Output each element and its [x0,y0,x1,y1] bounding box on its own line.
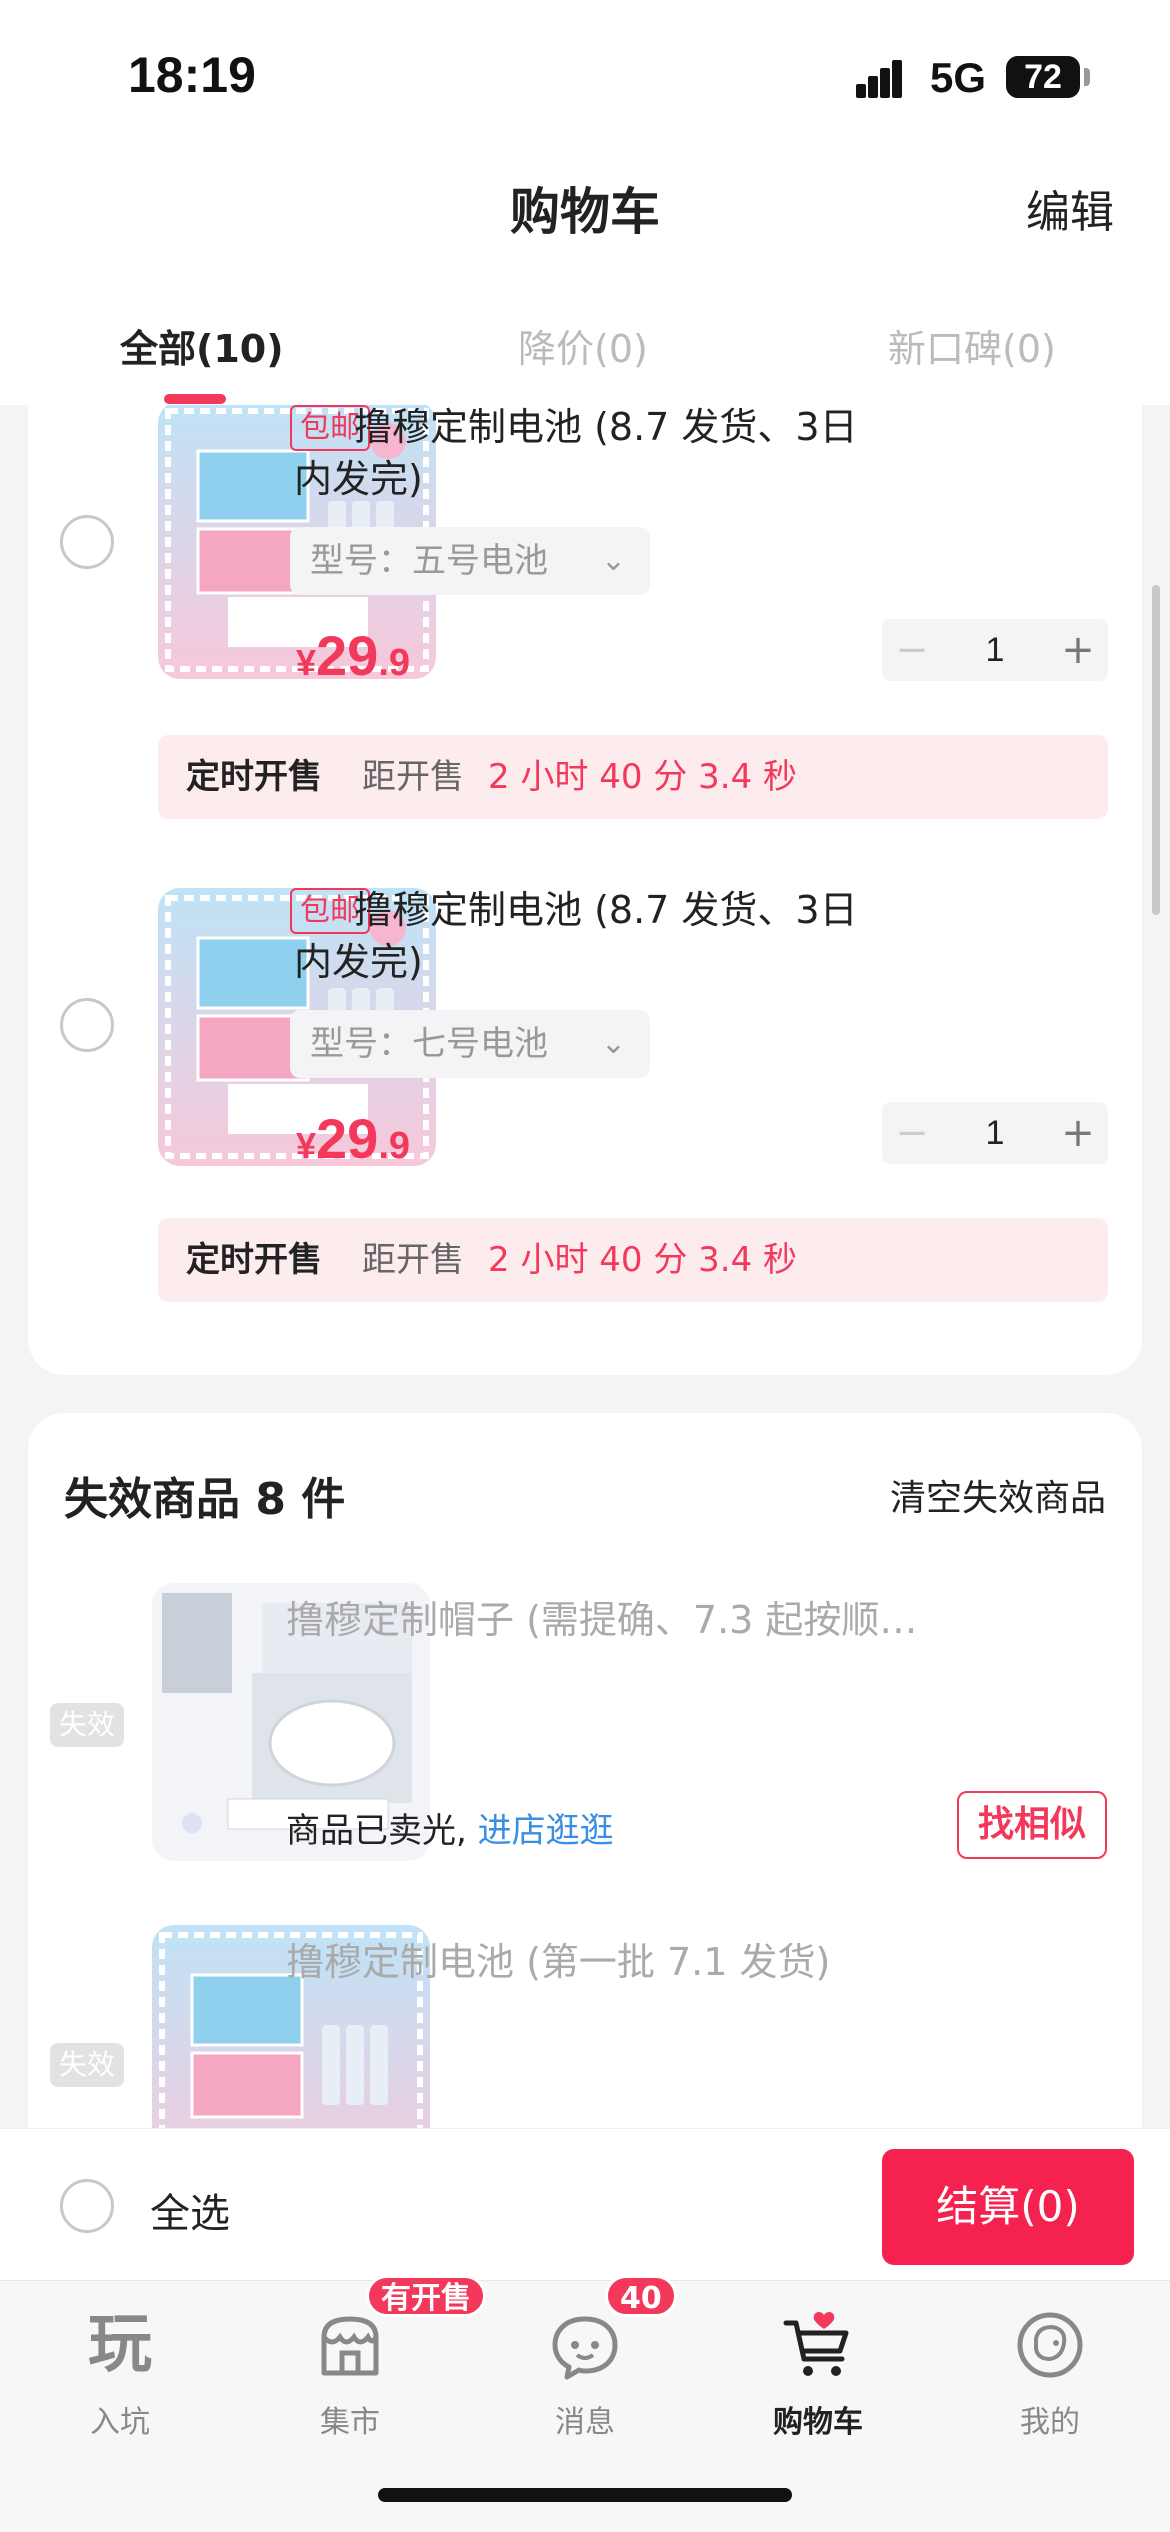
network-type: 5G [930,54,987,101]
price-decimal: .9 [378,642,411,684]
battery-icon: 72 [1006,56,1080,98]
play-char-icon: 玩 [88,2308,152,2382]
item-select-radio[interactable] [60,998,114,1052]
quantity-stepper: − 1 + [882,1102,1108,1164]
page-header: 购物车 编辑 [0,150,1170,260]
chevron-down-icon: ⌄ [600,543,626,578]
nav-label: 购物车 [773,2405,863,2440]
invalid-badge: 失效 [50,2043,124,2087]
timer-label: 定时开售 [186,1240,322,1280]
edit-button[interactable]: 编辑 [1026,176,1114,240]
cart-heart-icon [783,2312,849,2376]
variant-label: 型号：七号电池 [310,1024,548,1064]
item-price: ¥29.9 [296,623,410,688]
price-integer: 29 [316,1107,379,1170]
nav-item-market[interactable]: 集市 有开售 [270,2275,486,2441]
sold-out-text: 商品已卖光, 进店逛逛 [286,1803,614,1852]
increase-button[interactable]: + [1048,1102,1108,1164]
tab-price-drop[interactable]: 降价(0) [518,318,648,373]
invalid-badge: 失效 [50,1703,124,1747]
quantity-stepper: − 1 + [882,619,1108,681]
cart-item: 包邮 撸穆定制电池 (8.7 发货、3日 内发完) 型号：五号电池 ⌄ ¥29.… [28,405,1142,885]
variant-selector[interactable]: 型号：五号电池 ⌄ [290,527,650,595]
sale-timer: 定时开售 距开售 2 小时 40 分 3.4 秒 [158,1218,1108,1302]
page-title: 购物车 [510,183,660,241]
variant-label: 型号：五号电池 [310,541,548,581]
nav-label: 我的 [1020,2405,1080,2440]
item-title[interactable]: 撸穆定制电池 (8.7 发货、3日 [354,884,858,936]
timer-label: 定时开售 [186,757,322,797]
select-all-radio[interactable] [60,2179,114,2233]
price-currency: ¥ [296,1125,317,1166]
sale-timer: 定时开售 距开售 2 小时 40 分 3.4 秒 [158,735,1108,819]
decrease-button[interactable]: − [882,619,942,681]
timer-countdown: 2 小时 40 分 3.4 秒 [488,1240,798,1280]
invalid-item-title[interactable]: 撸穆定制电池 (第一批 7.1 发货) [286,1931,830,1986]
decrease-button[interactable]: − [882,1102,942,1164]
timer-countdown: 2 小时 40 分 3.4 秒 [488,757,798,797]
status-bar: 18:19 5G 72 [0,0,1170,150]
nav-item-messages[interactable]: 消息 40 [505,2275,677,2441]
timer-prefix: 距开售 [362,757,464,797]
visit-store-link[interactable]: 进店逛逛 [478,1811,614,1851]
sold-out-status: 商品已卖光, [286,1811,467,1851]
price-currency: ¥ [296,642,317,683]
quantity-value[interactable]: 1 [942,619,1048,681]
item-title[interactable]: 撸穆定制电池 (8.7 发货、3日 [354,405,858,453]
invalid-section-title: 失效商品 8 件 [64,1474,346,1525]
chat-bubble-icon [552,2316,618,2380]
tab-all[interactable]: 全部(10) [120,318,284,373]
item-select-radio[interactable] [60,515,114,569]
checkout-button[interactable]: 结算(0) [882,2149,1134,2265]
chevron-down-icon: ⌄ [600,1026,626,1061]
checkout-bar: 全选 结算(0) [0,2128,1170,2280]
cellular-signal-icon [856,58,916,98]
select-all-label[interactable]: 全选 [150,2181,230,2239]
store-icon [321,2316,379,2376]
find-similar-button[interactable]: 找相似 [957,1791,1107,1859]
scrollbar[interactable] [1152,585,1160,915]
nav-label: 入坑 [90,2405,150,2440]
item-title-cont[interactable]: 内发完) [294,453,423,505]
variant-selector[interactable]: 型号：七号电池 ⌄ [290,1010,650,1078]
item-title-cont[interactable]: 内发完) [294,936,423,988]
nav-item-profile[interactable]: 我的 [970,2301,1130,2441]
nav-item-entry[interactable]: 玩 入坑 [40,2301,200,2441]
price-decimal: .9 [378,1125,411,1167]
battery-cap [1084,68,1090,86]
invalid-products-section: 失效商品 8 件 清空失效商品 失效 撸穆定制帽子 (需提确、7.3 起按顺… … [28,1413,1142,2133]
cart-list: 包邮 撸穆定制电池 (8.7 发货、3日 内发完) 型号：五号电池 ⌄ ¥29.… [28,405,1142,1375]
timer-prefix: 距开售 [362,1240,464,1280]
item-price: ¥29.9 [296,1106,410,1171]
profile-avatar-icon [1017,2312,1083,2378]
home-indicator[interactable] [378,2488,792,2502]
clear-invalid-button[interactable]: 清空失效商品 [890,1469,1106,1521]
status-time: 18:19 [128,47,256,103]
nav-label: 消息 [555,2405,615,2440]
messages-badge: 40 [605,2275,677,2317]
price-integer: 29 [316,624,379,687]
invalid-item-title[interactable]: 撸穆定制帽子 (需提确、7.3 起按顺… [286,1589,917,1644]
tab-new-reviews[interactable]: 新口碑(0) [888,318,1056,373]
increase-button[interactable]: + [1048,619,1108,681]
nav-item-cart[interactable]: 购物车 [738,2301,898,2441]
filter-tabs: 全部(10) 降价(0) 新口碑(0) [0,260,1170,405]
market-badge: 有开售 [366,2275,486,2317]
cart-item: 包邮 撸穆定制电池 (8.7 发货、3日 内发完) 型号：七号电池 ⌄ ¥29.… [28,888,1142,1368]
quantity-value[interactable]: 1 [942,1102,1048,1164]
nav-label: 集市 [320,2405,380,2440]
tab-indicator [164,394,226,404]
